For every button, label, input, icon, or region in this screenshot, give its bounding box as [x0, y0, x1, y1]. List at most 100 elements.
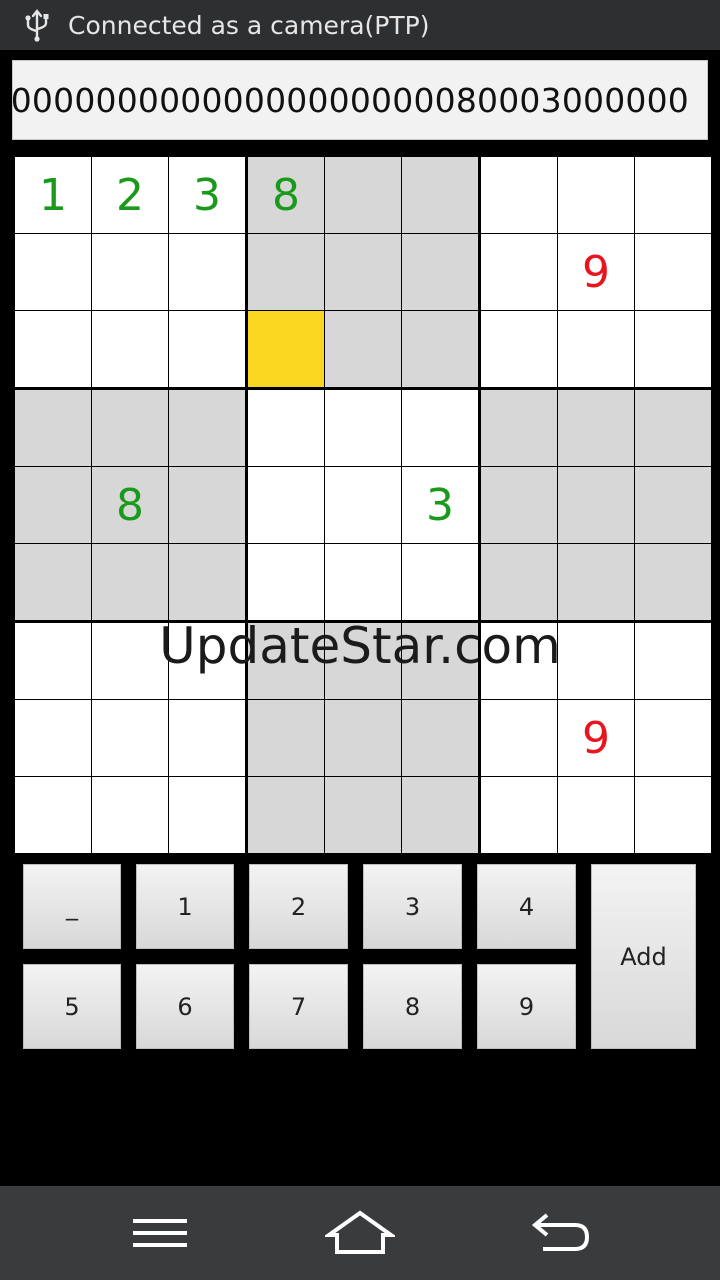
board-cell[interactable]: [635, 157, 711, 233]
board-cell[interactable]: [169, 700, 245, 776]
key-6[interactable]: 6: [136, 964, 234, 1049]
board-cell[interactable]: [402, 234, 478, 310]
board-cell[interactable]: [481, 157, 557, 233]
menu-button[interactable]: [100, 1186, 220, 1280]
board-cell[interactable]: 1: [15, 157, 91, 233]
board-cell[interactable]: [15, 311, 91, 387]
key-3[interactable]: 3: [363, 864, 462, 949]
board-cell[interactable]: 2: [92, 157, 168, 233]
board-cell[interactable]: [248, 234, 324, 310]
board-cell[interactable]: [92, 234, 168, 310]
key-1[interactable]: 1: [136, 864, 234, 949]
board-cell[interactable]: [92, 544, 168, 620]
board-cell[interactable]: [402, 311, 478, 387]
back-icon: [531, 1213, 590, 1251]
board-cell[interactable]: [169, 311, 245, 387]
board-cell[interactable]: [402, 544, 478, 620]
board-cell[interactable]: 8: [248, 157, 324, 233]
board-cell[interactable]: [325, 777, 401, 853]
board-cell[interactable]: [15, 777, 91, 853]
board-cell[interactable]: [481, 777, 557, 853]
board-cell[interactable]: 3: [402, 467, 478, 543]
board-cell[interactable]: [15, 700, 91, 776]
board-cell[interactable]: [325, 544, 401, 620]
board-cell[interactable]: 9: [558, 234, 634, 310]
board-cell[interactable]: [92, 311, 168, 387]
board-cell[interactable]: [169, 777, 245, 853]
add-button[interactable]: Add: [591, 864, 696, 1049]
board-cell[interactable]: [481, 623, 557, 699]
board-cell[interactable]: [635, 234, 711, 310]
key-2[interactable]: 2: [249, 864, 348, 949]
board-cell[interactable]: [481, 311, 557, 387]
board-cell[interactable]: [481, 390, 557, 466]
board-cell[interactable]: [325, 700, 401, 776]
key-5[interactable]: 5: [23, 964, 121, 1049]
board-cell[interactable]: [169, 544, 245, 620]
key-8[interactable]: 8: [363, 964, 462, 1049]
home-button[interactable]: [300, 1186, 420, 1280]
board-cell[interactable]: [558, 777, 634, 853]
board-cell[interactable]: [248, 390, 324, 466]
board-cell[interactable]: [15, 234, 91, 310]
board-cell[interactable]: [635, 777, 711, 853]
board-cell[interactable]: [558, 311, 634, 387]
board-cell[interactable]: [15, 467, 91, 543]
key-blank[interactable]: _: [23, 864, 121, 949]
board-cell[interactable]: [92, 623, 168, 699]
board-cell[interactable]: [169, 390, 245, 466]
board-cell[interactable]: [481, 700, 557, 776]
menu-icon: [133, 1219, 187, 1247]
board-cell[interactable]: [248, 311, 324, 387]
board-cell[interactable]: [325, 623, 401, 699]
board-cell[interactable]: [15, 390, 91, 466]
key-4[interactable]: 4: [477, 864, 576, 949]
board-cell[interactable]: [635, 311, 711, 387]
board-cell[interactable]: [481, 234, 557, 310]
board-cell[interactable]: [402, 390, 478, 466]
board-cell[interactable]: [92, 777, 168, 853]
board-cell[interactable]: [248, 777, 324, 853]
board-cell[interactable]: [481, 544, 557, 620]
board-cell[interactable]: [558, 467, 634, 543]
board-cell[interactable]: [248, 467, 324, 543]
board-cell[interactable]: [92, 390, 168, 466]
board-cell[interactable]: [169, 467, 245, 543]
board-cell[interactable]: [169, 623, 245, 699]
board-cell[interactable]: [92, 700, 168, 776]
board-cell[interactable]: [481, 467, 557, 543]
board-cell[interactable]: [402, 777, 478, 853]
board-cell[interactable]: [558, 390, 634, 466]
board-cell[interactable]: [169, 234, 245, 310]
board-cell[interactable]: [15, 544, 91, 620]
puzzle-string-input[interactable]: 00900000000000000000000080003000000: [12, 60, 708, 140]
board-cell[interactable]: [558, 544, 634, 620]
board-cell[interactable]: [325, 390, 401, 466]
board-cell[interactable]: [635, 467, 711, 543]
board-cell[interactable]: 3: [169, 157, 245, 233]
board-cell[interactable]: [248, 544, 324, 620]
home-icon: [325, 1210, 395, 1254]
board-cell[interactable]: [558, 157, 634, 233]
key-7[interactable]: 7: [249, 964, 348, 1049]
board-cell[interactable]: [635, 700, 711, 776]
board-cell[interactable]: [248, 623, 324, 699]
key-9[interactable]: 9: [477, 964, 576, 1049]
board-cell[interactable]: [635, 390, 711, 466]
board-cell[interactable]: [635, 544, 711, 620]
board-cell[interactable]: [402, 157, 478, 233]
board-cell[interactable]: 8: [92, 467, 168, 543]
board-cell[interactable]: [402, 623, 478, 699]
board-cell[interactable]: [402, 700, 478, 776]
board-cell[interactable]: 9: [558, 700, 634, 776]
status-bar: Connected as a camera(PTP): [0, 0, 720, 50]
board-cell[interactable]: [15, 623, 91, 699]
board-cell[interactable]: [325, 234, 401, 310]
board-cell[interactable]: [325, 311, 401, 387]
back-button[interactable]: [500, 1186, 620, 1280]
board-cell[interactable]: [558, 623, 634, 699]
board-cell[interactable]: [248, 700, 324, 776]
board-cell[interactable]: [325, 467, 401, 543]
board-cell[interactable]: [635, 623, 711, 699]
board-cell[interactable]: [325, 157, 401, 233]
